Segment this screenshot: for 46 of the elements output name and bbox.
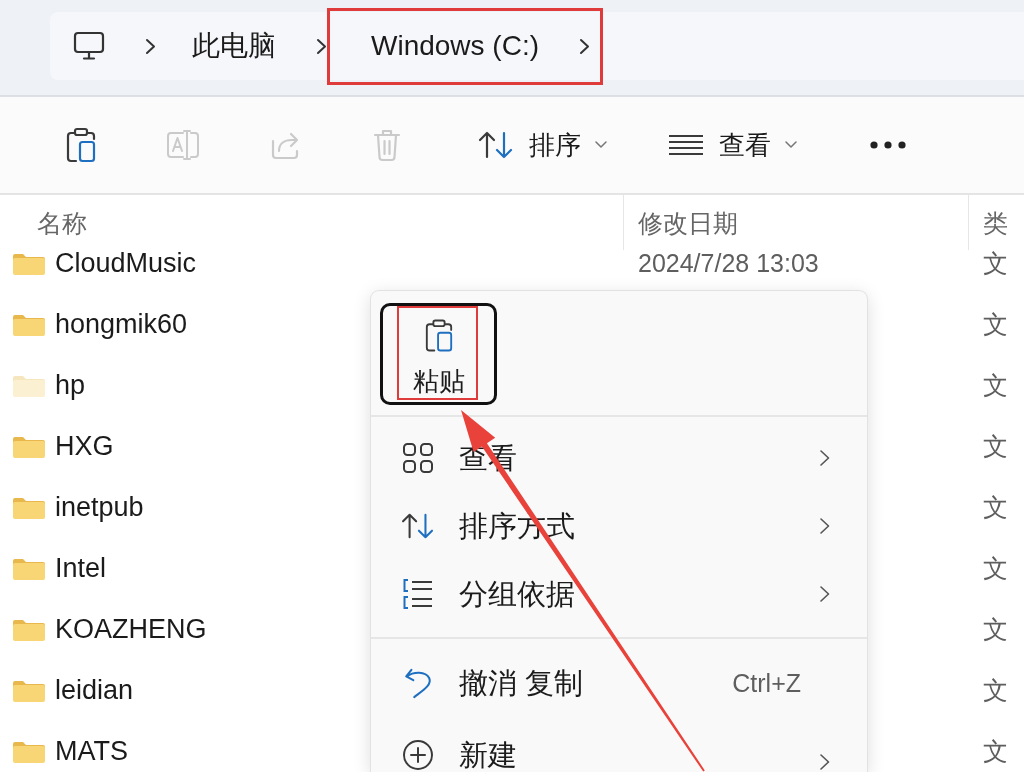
file-name[interactable]: MATS — [55, 738, 128, 765]
file-name[interactable]: hp — [55, 372, 86, 399]
file-name[interactable]: Intel — [55, 555, 107, 582]
sort-button[interactable]: 排序 — [462, 117, 623, 173]
file-type: 文 — [983, 494, 1008, 521]
clipboard-icon — [423, 318, 454, 353]
file-type: 文 — [983, 372, 1008, 399]
file-type: 文 — [983, 250, 1008, 277]
plus-circle-icon — [401, 739, 435, 771]
file-name[interactable]: hongmik60 — [55, 311, 188, 338]
grid-icon — [401, 442, 435, 474]
chevron-icon[interactable] — [579, 37, 590, 55]
lines-icon — [668, 134, 704, 156]
menu-item[interactable]: 撤消 复制 Ctrl+Z — [371, 649, 867, 717]
file-name[interactable]: HXG — [55, 433, 114, 460]
menu-item[interactable]: 新建 — [371, 717, 867, 772]
sort-icon — [401, 512, 435, 540]
file-name[interactable]: leidian — [55, 677, 134, 704]
more-icon[interactable] — [870, 141, 906, 149]
file-type: 文 — [983, 311, 1008, 338]
chevron-icon[interactable] — [316, 37, 327, 55]
grouped-list-icon — [401, 578, 435, 610]
paste-button[interactable]: 粘贴 — [380, 303, 497, 405]
caret-icon — [595, 141, 607, 149]
menu-item[interactable]: 分组依据 — [371, 560, 867, 628]
breadcrumb-item[interactable]: Windows (C:) — [371, 29, 539, 63]
column-header[interactable]: 名称 — [0, 195, 623, 250]
file-type: 文 — [983, 677, 1008, 704]
file-type: 文 — [983, 616, 1008, 643]
file-type: 文 — [983, 738, 1008, 765]
sort-icon — [478, 130, 514, 160]
file-type: 文 — [983, 433, 1008, 460]
modified-date: 2024/7/28 13:03 — [638, 250, 819, 277]
breadcrumb-item[interactable]: 此电脑 — [192, 29, 276, 63]
file-name[interactable]: KOAZHENG — [55, 616, 207, 643]
clipboard-icon[interactable] — [65, 127, 97, 163]
column-header[interactable]: 类 — [968, 195, 1024, 250]
view-button[interactable]: 查看 — [652, 117, 813, 173]
column-header[interactable]: 修改日期 — [623, 195, 968, 250]
file-type: 文 — [983, 555, 1008, 582]
caret-icon — [785, 141, 797, 149]
monitor-icon[interactable] — [73, 31, 105, 61]
shortcut-text: Ctrl+Z — [732, 668, 801, 699]
file-name[interactable]: CloudMusic — [55, 250, 197, 277]
file-name[interactable]: inetpub — [55, 494, 144, 521]
chevron-icon — [145, 37, 156, 55]
